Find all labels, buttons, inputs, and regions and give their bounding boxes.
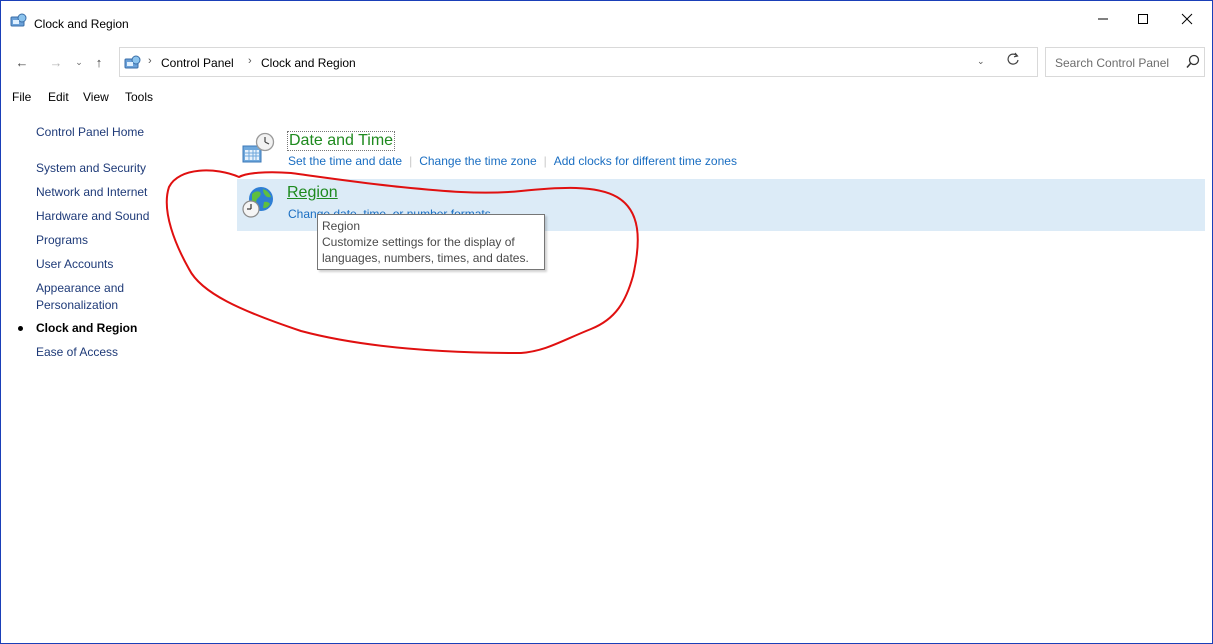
maximize-button[interactable] — [1123, 1, 1163, 37]
sidebar-item-appearance-line2[interactable]: Personalization — [36, 298, 118, 313]
minimize-icon — [1098, 18, 1108, 20]
maximize-icon — [1138, 14, 1148, 24]
control-panel-icon — [124, 55, 141, 69]
chevron-down-icon[interactable]: ⌄ — [977, 56, 985, 67]
region-tooltip: Region Customize settings for the displa… — [317, 214, 545, 270]
sidebar-item-ease-of-access[interactable]: Ease of Access — [36, 345, 118, 360]
sidebar-item-control-panel-home[interactable]: Control Panel Home — [36, 125, 144, 140]
arrow-up-icon: ↑ — [95, 54, 103, 70]
up-button[interactable]: ↑ — [91, 53, 107, 71]
forward-button[interactable]: → — [48, 53, 64, 71]
task-add-clocks[interactable]: Add clocks for different time zones — [554, 154, 737, 168]
current-page-bullet — [18, 326, 23, 331]
clock-calendar-icon — [242, 132, 275, 163]
sidebar-item-appearance-line1[interactable]: Appearance and — [36, 281, 124, 296]
tooltip-title: Region — [322, 219, 361, 233]
refresh-button[interactable] — [1005, 51, 1021, 67]
sidebar-item-programs[interactable]: Programs — [36, 233, 88, 248]
window-title: Clock and Region — [34, 17, 129, 31]
sidebar-item-hardware-and-sound[interactable]: Hardware and Sound — [36, 209, 149, 224]
navigation-bar: ← → ⌄ ↑ › Control Panel › Clock and Regi… — [1, 45, 1212, 79]
arrow-left-icon: ← — [15, 54, 29, 70]
search-icon — [1186, 54, 1200, 68]
region-title[interactable]: Region — [287, 184, 338, 202]
close-button[interactable] — [1167, 1, 1207, 37]
recent-locations-button[interactable]: ⌄ — [71, 53, 87, 71]
menu-tools[interactable]: Tools — [125, 90, 153, 104]
control-panel-window: Clock and Region ← → ⌄ ↑ › Control Panel… — [0, 0, 1213, 644]
task-change-time-zone[interactable]: Change the time zone — [419, 154, 536, 168]
chevron-right-icon: › — [148, 55, 152, 67]
category-date-and-time: Date and Time Set the time and date | Chan… — [237, 126, 1205, 178]
arrow-right-icon: → — [49, 54, 63, 70]
title-bar: Clock and Region — [1, 1, 1212, 37]
menu-edit[interactable]: Edit — [48, 90, 69, 104]
date-and-time-tasks: Set the time and date | Change the time zo… — [288, 154, 737, 168]
sidebar-item-user-accounts[interactable]: User Accounts — [36, 257, 113, 272]
chevron-down-icon: ⌄ — [75, 56, 83, 67]
address-bar[interactable]: › Control Panel › Clock and Region ⌄ — [119, 47, 1038, 77]
globe-clock-icon — [242, 187, 273, 218]
sidebar-item-network-and-internet[interactable]: Network and Internet — [36, 185, 147, 200]
task-separator: | — [409, 154, 413, 168]
red-circle-annotation — [165, 169, 639, 354]
sidebar-item-clock-and-region: Clock and Region — [36, 321, 138, 335]
chevron-right-icon[interactable]: › — [248, 55, 252, 67]
minimize-button[interactable] — [1083, 1, 1123, 37]
menu-view[interactable]: View — [83, 90, 109, 104]
breadcrumb-control-panel[interactable]: Control Panel — [161, 56, 234, 70]
breadcrumb-clock-and-region[interactable]: Clock and Region — [261, 56, 356, 70]
menu-file[interactable]: File — [12, 90, 31, 104]
search-placeholder: Search Control Panel — [1055, 56, 1170, 70]
sidebar-item-system-and-security[interactable]: System and Security — [36, 161, 146, 176]
task-separator: | — [543, 154, 547, 168]
tooltip-line-1: Customize settings for the display of — [322, 235, 515, 249]
control-panel-icon — [10, 13, 27, 27]
task-set-time-and-date[interactable]: Set the time and date — [288, 154, 402, 168]
refresh-icon — [1007, 52, 1019, 65]
search-input[interactable]: Search Control Panel — [1045, 47, 1205, 77]
tooltip-line-2: languages, numbers, times, and dates. — [322, 251, 529, 265]
close-icon — [1181, 13, 1193, 25]
back-button[interactable]: ← — [14, 53, 30, 71]
date-and-time-title[interactable]: Date and Time — [287, 131, 396, 151]
